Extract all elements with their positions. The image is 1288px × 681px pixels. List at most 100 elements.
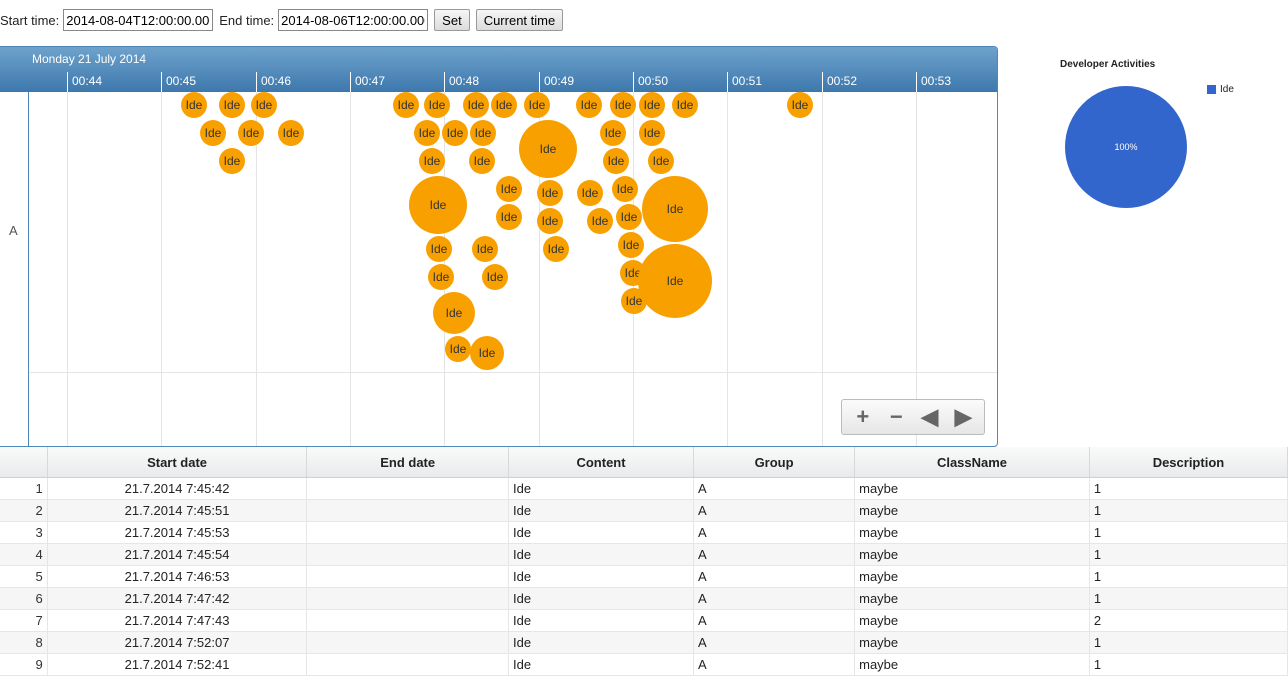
timeline-item[interactable]: Ide (672, 92, 698, 118)
start-time-input[interactable] (63, 9, 214, 31)
timeline-item[interactable]: Ide (433, 292, 475, 334)
timeline-item[interactable]: Ide (537, 208, 563, 234)
timeline-item[interactable]: Ide (577, 180, 603, 206)
zoom-in-icon[interactable]: + (850, 405, 876, 429)
timeline-item[interactable]: Ide (470, 120, 496, 146)
timeline-item[interactable]: Ide (616, 204, 642, 230)
timeline-item[interactable]: Ide (524, 92, 550, 118)
timeline-item[interactable]: Ide (426, 236, 452, 262)
column-header[interactable]: ClassName (854, 447, 1090, 478)
timeline-item[interactable]: Ide (600, 120, 626, 146)
timeline-item[interactable]: Ide (251, 92, 277, 118)
timeline-item[interactable]: Ide (419, 148, 445, 174)
timeline-item[interactable]: Ide (587, 208, 613, 234)
set-button[interactable]: Set (434, 9, 470, 31)
table-cell: Ide (508, 653, 695, 676)
timeline-item[interactable]: Ide (469, 148, 495, 174)
timeline-item[interactable]: Ide (424, 92, 450, 118)
timeline-item[interactable]: Ide (463, 92, 489, 118)
timeline-item[interactable]: Ide (519, 120, 577, 178)
table-cell: A (693, 477, 856, 500)
timeline-item[interactable]: Ide (445, 336, 471, 362)
timeline-item[interactable]: Ide (414, 120, 440, 146)
table-row[interactable]: 7 21.7.2014 7:47:43 Ide Amaybe 2 (0, 609, 1288, 632)
timeline-item[interactable]: Ide (537, 180, 563, 206)
table-row[interactable]: 2 21.7.2014 7:45:51 Ide Amaybe 1 (0, 499, 1288, 522)
timeline-item[interactable]: Ide (648, 148, 674, 174)
move-left-icon[interactable]: ◀ (917, 405, 943, 429)
table-cell (306, 587, 510, 610)
timeline-gridline (256, 92, 257, 446)
table-cell (306, 477, 510, 500)
timeline-item[interactable]: Ide (496, 204, 522, 230)
timeline-item[interactable]: Ide (472, 236, 498, 262)
table-cell: 1 (1089, 587, 1288, 610)
table-cell: maybe (854, 499, 1090, 522)
table-cell: Ide (508, 499, 695, 522)
timeline-item[interactable]: Ide (638, 244, 712, 318)
table-cell: A (693, 653, 856, 676)
timeline-item[interactable]: Ide (393, 92, 419, 118)
timeline-item[interactable]: Ide (442, 120, 468, 146)
zoom-out-icon[interactable]: − (883, 405, 909, 429)
column-header[interactable]: Start date (47, 447, 308, 478)
timeline-item[interactable]: Ide (181, 92, 207, 118)
timeline-gridline (822, 92, 823, 446)
timeline-item[interactable]: Ide (610, 92, 636, 118)
table-row[interactable]: 6 21.7.2014 7:47:42 Ide Amaybe 1 (0, 587, 1288, 610)
timeline-item[interactable]: Ide (482, 264, 508, 290)
timeline-item[interactable]: Ide (200, 120, 226, 146)
table-row[interactable]: 9 21.7.2014 7:52:41 Ide Amaybe 1 (0, 653, 1288, 676)
table-cell: 21.7.2014 7:47:43 (47, 609, 308, 632)
column-header[interactable]: Description (1089, 447, 1288, 478)
timeline-item[interactable]: Ide (642, 176, 708, 242)
end-time-input[interactable] (278, 9, 429, 31)
move-right-icon[interactable]: ▶ (950, 405, 976, 429)
timeline-item[interactable]: Ide (639, 120, 665, 146)
timeline-item[interactable]: Ide (409, 176, 467, 234)
timeline-item[interactable]: Ide (612, 176, 638, 202)
timeline-item[interactable]: Ide (496, 176, 522, 202)
timeline-item[interactable]: Ide (470, 336, 504, 370)
timeline-gridline (727, 92, 728, 446)
table-row[interactable]: 8 21.7.2014 7:52:07 Ide Amaybe 1 (0, 631, 1288, 654)
table-cell: 2 (1089, 609, 1288, 632)
timeline-group-border (28, 92, 29, 446)
table-cell: maybe (854, 477, 1090, 500)
timeline-item[interactable]: Ide (543, 236, 569, 262)
table-row[interactable]: 4 21.7.2014 7:45:54 Ide Amaybe 1 (0, 543, 1288, 566)
table-cell: maybe (854, 565, 1090, 588)
table-cell: A (693, 631, 856, 654)
table-cell: 1 (0, 477, 48, 500)
timeline-item[interactable]: Ide (621, 288, 647, 314)
timeline-item[interactable]: Ide (491, 92, 517, 118)
table-cell: 4 (0, 543, 48, 566)
timeline-item[interactable]: Ide (219, 148, 245, 174)
table-row[interactable]: 3 21.7.2014 7:45:53 Ide Amaybe 1 (0, 521, 1288, 544)
table-cell: 21.7.2014 7:45:51 (47, 499, 308, 522)
table-cell: 21.7.2014 7:45:42 (47, 477, 308, 500)
timeline-item[interactable]: Ide (238, 120, 264, 146)
column-header[interactable]: Group (693, 447, 856, 478)
timeline-item[interactable]: Ide (219, 92, 245, 118)
current-time-button[interactable]: Current time (475, 9, 564, 31)
timeline-item[interactable]: Ide (639, 92, 665, 118)
column-header[interactable] (0, 447, 48, 478)
start-time-label: Start time: (0, 12, 60, 28)
timeline-item[interactable]: Ide (278, 120, 304, 146)
time-tick-label: 00:45 (161, 72, 196, 92)
column-header[interactable]: End date (306, 447, 510, 478)
timeline-item[interactable]: Ide (576, 92, 602, 118)
table-row[interactable]: 5 21.7.2014 7:46:53 Ide Amaybe 1 (0, 565, 1288, 588)
timeline-item[interactable]: Ide (603, 148, 629, 174)
table-cell: 1 (1089, 653, 1288, 676)
table-row[interactable]: 1 21.7.2014 7:45:42 Ide Amaybe 1 (0, 477, 1288, 500)
column-header[interactable]: Content (508, 447, 695, 478)
timeline-item[interactable]: Ide (618, 232, 644, 258)
timeline-item[interactable]: Ide (787, 92, 813, 118)
table-cell: Ide (508, 543, 695, 566)
table-cell: 1 (1089, 499, 1288, 522)
table-cell: Ide (508, 631, 695, 654)
timeline-item[interactable]: Ide (428, 264, 454, 290)
timeline[interactable]: Monday 21 July 2014 00:44 00:45 00:46 00:47… (0, 46, 998, 447)
